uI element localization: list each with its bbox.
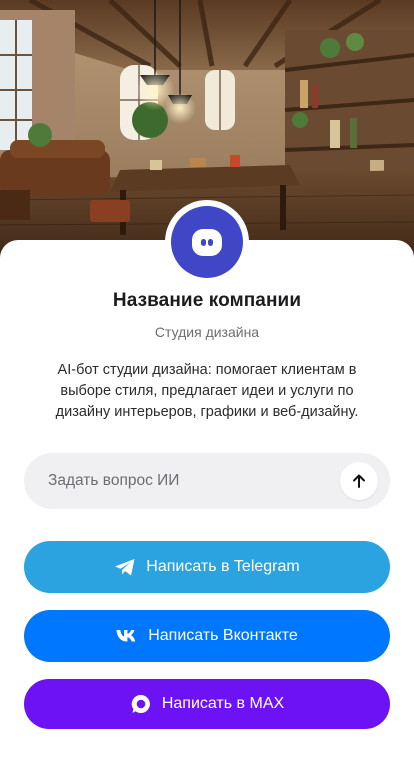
chat-bot-icon xyxy=(192,228,222,256)
company-description: AI-бот студии дизайна: помогает клиентам… xyxy=(55,362,359,420)
arrow-up-icon xyxy=(353,474,365,488)
vk-icon xyxy=(116,629,138,643)
send-button[interactable] xyxy=(340,462,378,500)
vk-button-label: Написать Вконтакте xyxy=(148,627,298,644)
company-subtitle: Студия дизайна xyxy=(154,324,260,340)
max-button[interactable]: Написать в MAX xyxy=(24,679,390,729)
max-button-label: Написать в MAX xyxy=(161,695,285,712)
vk-button[interactable]: Написать Вконтакте xyxy=(24,610,390,662)
ask-ai-field xyxy=(24,453,390,509)
page: Название компании Студия дизайна AI-бот … xyxy=(0,0,414,770)
telegram-icon xyxy=(114,558,136,577)
ask-ai-input[interactable] xyxy=(24,453,324,509)
telegram-button[interactable]: Написать в Telegram xyxy=(24,541,390,593)
company-name: Название компании xyxy=(112,290,302,311)
telegram-button-label: Написать в Telegram xyxy=(146,558,300,575)
avatar-circle xyxy=(171,206,243,278)
max-icon xyxy=(130,693,152,715)
avatar xyxy=(165,200,249,284)
